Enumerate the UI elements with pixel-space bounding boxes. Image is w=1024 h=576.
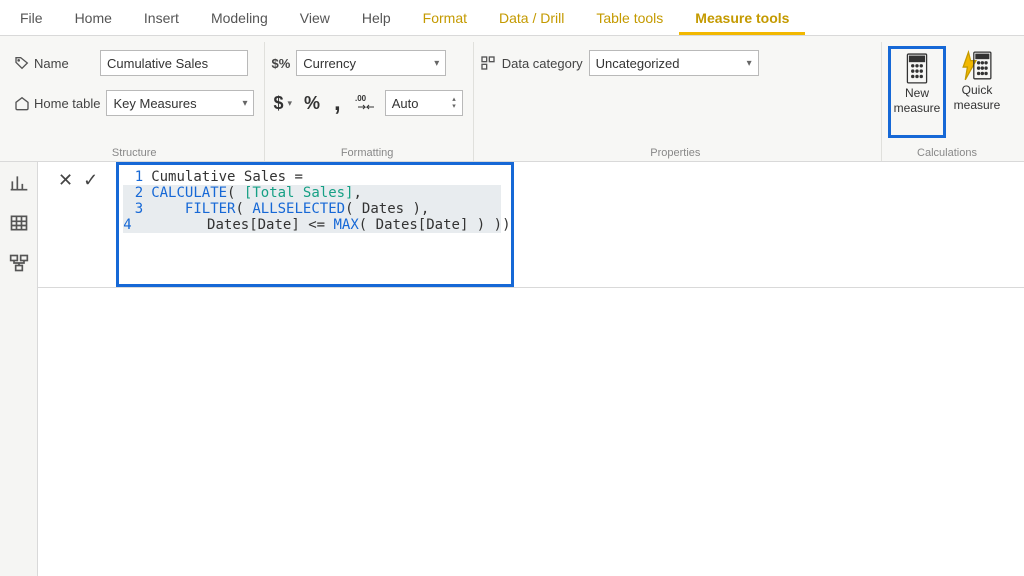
code-token: ( Dates[Date] ) )) — [359, 217, 511, 233]
cancel-formula-button[interactable]: ✕ — [58, 170, 73, 191]
code-token — [151, 201, 185, 217]
tab-table-tools[interactable]: Table tools — [580, 2, 679, 35]
format-prefix-icon: $% — [271, 56, 290, 71]
quick-calculator-icon — [961, 50, 993, 82]
name-label: Name — [14, 55, 94, 71]
group-label-calculations: Calculations — [888, 145, 1006, 161]
tab-view[interactable]: View — [284, 2, 346, 35]
code-token: Dates[Date] <= — [140, 217, 334, 233]
code-line: 4 Dates[Date] <= MAX( Dates[Date] ) )) — [123, 217, 501, 233]
calculator-icon — [901, 53, 933, 85]
chevron-down-icon: ▾ — [434, 58, 439, 69]
bar-chart-icon — [9, 173, 29, 193]
model-icon — [9, 253, 29, 273]
group-label-structure: Structure — [14, 145, 254, 161]
tab-help[interactable]: Help — [346, 2, 407, 35]
code-token: , — [353, 185, 361, 201]
decimals-format-button[interactable]: .00 — [353, 93, 379, 114]
currency-button[interactable]: $ — [271, 93, 285, 114]
canvas: ✕ ✓ 1Cumulative Sales = 2CALCULATE( [Tot… — [38, 162, 1024, 576]
tab-insert[interactable]: Insert — [128, 2, 195, 35]
new-measure-label1: New — [905, 87, 929, 100]
line-number: 1 — [123, 169, 143, 185]
format-value: Currency — [303, 56, 356, 71]
line-number: 2 — [123, 185, 143, 201]
quick-measure-label1: Quick — [962, 84, 993, 97]
code-token: Cumulative Sales = — [151, 169, 311, 185]
home-table-label: Home table — [14, 95, 100, 111]
quick-measure-button[interactable]: Quick measure — [948, 46, 1006, 138]
code-line: 2 CALCULATE( [Total Sales], — [123, 185, 501, 201]
ribbon-group-calculations: New measure Quick measure Calculations — [882, 42, 1016, 161]
svg-text:.00: .00 — [355, 94, 367, 103]
ribbon: Name Cumulative Sales Home table Key Mea… — [0, 36, 1024, 162]
decimal-places-input[interactable]: Auto ▴▾ — [385, 90, 463, 116]
data-category-icon — [480, 55, 496, 71]
data-view-button[interactable] — [8, 212, 30, 234]
decimal-places-value: Auto — [392, 96, 419, 111]
code-token: FILTER — [185, 201, 236, 217]
workspace: ✕ ✓ 1Cumulative Sales = 2CALCULATE( [Tot… — [0, 162, 1024, 576]
tab-data-drill[interactable]: Data / Drill — [483, 2, 580, 35]
report-view-button[interactable] — [8, 172, 30, 194]
chevron-down-icon: ▾ — [242, 98, 247, 109]
code-token: ( — [235, 201, 252, 217]
new-measure-button[interactable]: New measure — [888, 46, 946, 138]
code-token: CALCULATE — [151, 185, 227, 201]
group-label-properties: Properties — [480, 145, 871, 161]
thousands-separator-button[interactable]: , — [332, 89, 343, 117]
tab-format[interactable]: Format — [407, 2, 483, 35]
tag-icon — [14, 55, 30, 71]
line-number: 3 — [123, 201, 143, 217]
quick-measure-label2: measure — [954, 99, 1001, 112]
ribbon-group-properties: Data category Uncategorized ▾ Properties — [474, 42, 882, 161]
home-icon — [14, 95, 30, 111]
tab-modeling[interactable]: Modeling — [195, 2, 284, 35]
data-category-value: Uncategorized — [596, 56, 680, 71]
commit-formula-button[interactable]: ✓ — [83, 170, 98, 191]
home-table-select[interactable]: Key Measures ▾ — [106, 90, 254, 116]
model-view-button[interactable] — [8, 252, 30, 274]
new-measure-label2: measure — [894, 102, 941, 115]
name-input[interactable]: Cumulative Sales — [100, 50, 248, 76]
spinner-icon: ▴▾ — [452, 96, 456, 110]
table-icon — [9, 213, 29, 233]
format-select[interactable]: Currency ▾ — [296, 50, 446, 76]
ribbon-group-formatting: $% Currency ▾ $ ▾ % , .00 Auto — [265, 42, 473, 161]
home-table-value: Key Measures — [113, 96, 196, 111]
code-token: ( — [227, 185, 244, 201]
tab-measure-tools[interactable]: Measure tools — [679, 2, 805, 35]
code-token: ( Dates ), — [345, 201, 429, 217]
ribbon-group-structure: Name Cumulative Sales Home table Key Mea… — [8, 42, 265, 161]
formula-actions: ✕ ✓ — [38, 162, 116, 287]
group-label-formatting: Formatting — [271, 145, 462, 161]
decimals-icon: .00 — [355, 93, 377, 111]
code-line: 1 Cumulative Sales = — [123, 169, 501, 185]
code-token: MAX — [334, 217, 359, 233]
code-token: ALLSELECTED — [252, 201, 345, 217]
tab-home[interactable]: Home — [59, 2, 128, 35]
code-line: 3 FILTER( ALLSELECTED( Dates ), — [123, 201, 501, 217]
chevron-down-icon: ▾ — [747, 58, 752, 69]
line-number: 4 — [123, 217, 131, 233]
tab-file[interactable]: File — [4, 2, 59, 35]
name-value: Cumulative Sales — [107, 56, 208, 71]
code-token: [Total Sales] — [244, 185, 354, 201]
formula-bar: ✕ ✓ 1Cumulative Sales = 2CALCULATE( [Tot… — [38, 162, 1024, 288]
menubar: File Home Insert Modeling View Help Form… — [0, 0, 1024, 36]
formula-editor[interactable]: 1Cumulative Sales = 2CALCULATE( [Total S… — [116, 162, 514, 287]
data-category-label: Data category — [502, 56, 583, 71]
data-category-select[interactable]: Uncategorized ▾ — [589, 50, 759, 76]
view-rail — [0, 162, 38, 576]
percent-button[interactable]: % — [302, 93, 322, 114]
chevron-down-icon: ▾ — [288, 98, 293, 109]
